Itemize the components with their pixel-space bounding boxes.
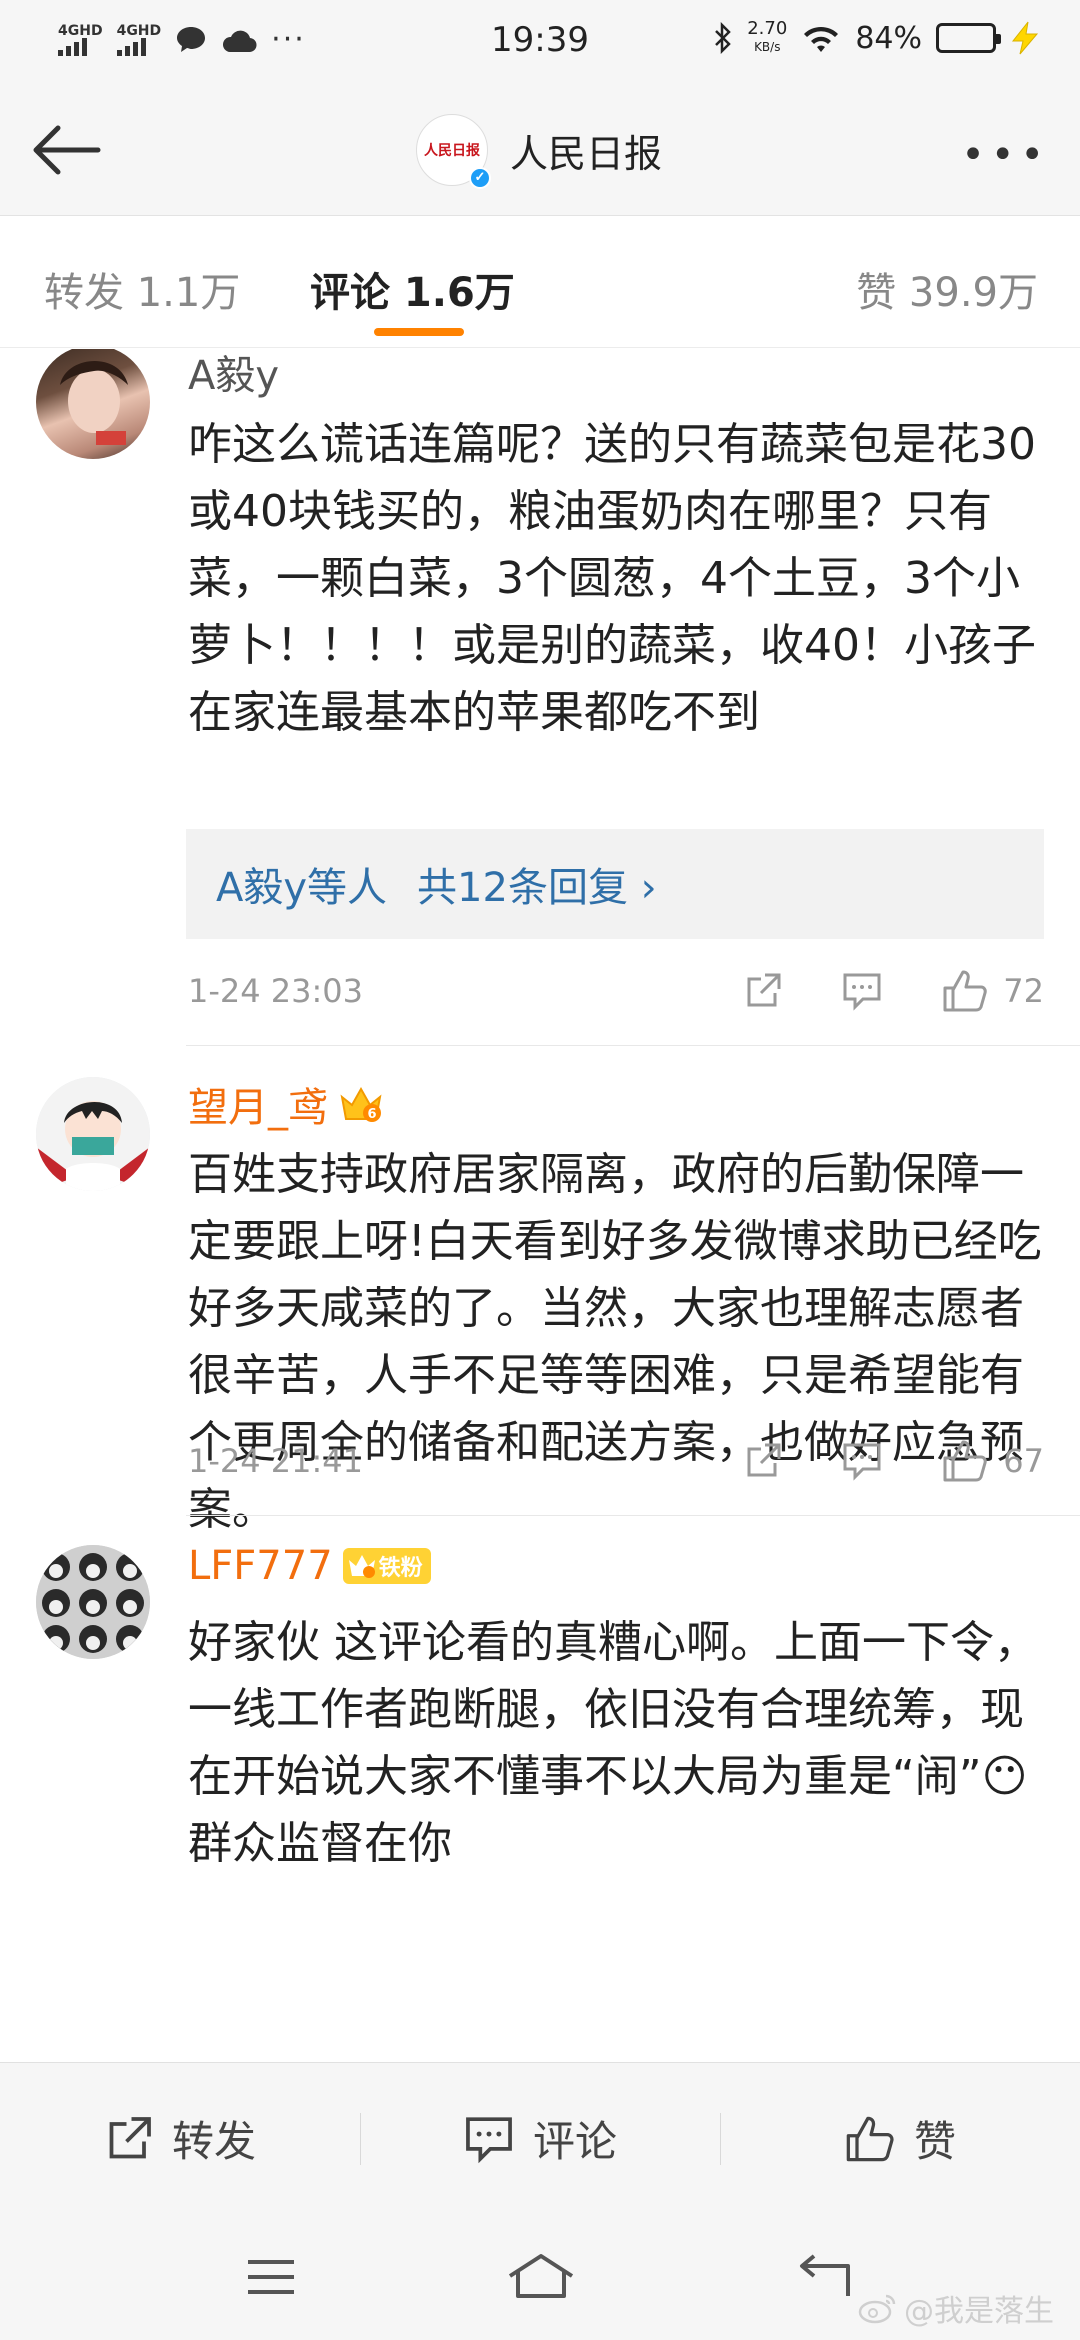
like-button[interactable]: 赞 (720, 2063, 1080, 2214)
active-tab-indicator (374, 328, 464, 336)
fan-badge-label: 铁粉 (378, 1556, 423, 1581)
avatar-pattern-icon (36, 1545, 150, 1659)
account-title[interactable]: 人民日报 ✓ 人民日报 (416, 114, 663, 189)
fan-badge: 铁粉 (342, 1548, 431, 1584)
repost-action[interactable] (743, 1441, 783, 1481)
repost-action[interactable] (743, 971, 783, 1011)
comment-meta: 1-24 21:41 67 (188, 1431, 1044, 1491)
verified-icon: ✓ (469, 167, 491, 189)
status-right: 2.70 KB/s 84% (713, 20, 1040, 56)
comment-icon (843, 973, 881, 1011)
like-count: 67 (1003, 1442, 1044, 1480)
comment-icon (843, 1443, 881, 1481)
comment-time: 1-24 23:03 (188, 972, 364, 1010)
wifi-icon (804, 26, 839, 52)
thumbs-up-icon (846, 2116, 894, 2161)
reply-count: 共12条回复 › (417, 865, 657, 911)
charging-icon (1011, 21, 1039, 55)
back-icon[interactable] (796, 2252, 852, 2302)
home-icon[interactable] (506, 2252, 576, 2302)
repost-label: 转发 (171, 2117, 256, 2166)
comment-divider (186, 1045, 1080, 1046)
avatar-portrait-icon (60, 360, 128, 445)
speed-unit: KB/s (754, 40, 781, 54)
tab-repost[interactable]: 转发 1.1万 (44, 260, 240, 318)
comment-meta: 1-24 23:03 72 (188, 961, 1044, 1021)
share-icon (109, 2116, 151, 2158)
bluetooth-icon (715, 22, 732, 54)
comment-list: A毅y 咋这么谎话连篇呢？送的只有蔬菜包是花30或40块钱买的，粮油蛋奶肉在哪里… (0, 349, 1080, 2061)
comment-time: 1-24 21:41 (188, 1442, 364, 1480)
comment-author: 望月_鸢 (188, 1085, 328, 1131)
reply-users: A毅y等人 (216, 865, 388, 911)
more-options-icon[interactable]: ••• (961, 132, 1050, 178)
comment-icon (466, 2116, 512, 2163)
network-speed: 2.70 KB/s (747, 20, 787, 56)
comment-text: 好家伙 这评论看的真糟心啊。上面一下令，一线工作者跑断腿，依旧没有合理统筹，现在… (188, 1617, 1038, 1869)
tab-bar: 转发 1.1万 评论 1.6万 赞 39.9万 (0, 216, 1080, 348)
reply-preview[interactable]: A毅y等人 共12条回复 › (186, 829, 1044, 939)
share-icon (747, 1443, 781, 1477)
bottom-action-bar: 转发 评论 赞 (0, 2062, 1080, 2214)
like-label: 赞 (913, 2117, 956, 2166)
comment-label: 评论 (532, 2117, 617, 2166)
tab-likes[interactable]: 赞 39.9万 (856, 260, 1038, 318)
avatar-cartoon-icon (36, 1077, 150, 1191)
comment-author-row[interactable]: 望月_鸢 6 (188, 1075, 384, 1133)
user-avatar[interactable] (36, 349, 150, 459)
weibo-logo-icon (858, 2294, 896, 2324)
menu-icon[interactable] (244, 2252, 298, 2302)
watermark-text: @我是落生 (904, 2294, 1054, 2329)
comment-author-row[interactable]: LFF777 铁粉 (188, 1543, 431, 1589)
speed-value: 2.70 (747, 18, 788, 39)
share-icon (747, 973, 781, 1007)
account-avatar[interactable]: 人民日报 ✓ (416, 114, 491, 189)
logo-text: 人民日报 (424, 143, 480, 159)
nav-header: 人民日报 ✓ 人民日报 ••• (0, 84, 1080, 216)
user-avatar[interactable] (36, 1545, 150, 1659)
crown-icon (348, 1555, 375, 1578)
comment-action[interactable] (841, 971, 883, 1011)
page-title: 人民日报 (510, 131, 663, 176)
comment-divider (186, 1515, 1080, 1516)
thumbs-up-icon (943, 1440, 988, 1482)
like-count: 72 (1003, 972, 1044, 1010)
comment-author: LFF777 (188, 1543, 333, 1589)
svg-text:6: 6 (367, 1107, 376, 1122)
comment-actions: 67 (685, 1431, 1044, 1491)
comment-author[interactable]: A毅y (188, 349, 279, 401)
battery-percent: 84% (855, 20, 922, 56)
comment-text: 咋这么谎话连篇呢？送的只有蔬菜包是花30或40块钱买的，粮油蛋奶肉在哪里？只有菜… (188, 419, 1036, 738)
comment-actions: 72 (685, 961, 1044, 1021)
back-arrow-icon[interactable] (28, 120, 104, 180)
comment-button[interactable]: 评论 (360, 2063, 720, 2214)
watermark: @我是落生 (858, 2286, 1054, 2330)
comment-action[interactable] (841, 1441, 883, 1481)
vip-crown-icon: 6 (340, 1086, 382, 1122)
user-avatar[interactable] (36, 1077, 150, 1191)
thumbs-up-icon (943, 970, 988, 1012)
like-action[interactable]: 72 (941, 968, 1044, 1014)
status-bar: 4GHD 4GHD ··· 19:39 2.70 KB/s 84% (0, 0, 1080, 84)
tab-comments[interactable]: 评论 1.6万 (310, 260, 515, 318)
repost-button[interactable]: 转发 (0, 2063, 360, 2214)
like-action[interactable]: 67 (941, 1438, 1044, 1484)
battery-icon (936, 23, 1001, 53)
